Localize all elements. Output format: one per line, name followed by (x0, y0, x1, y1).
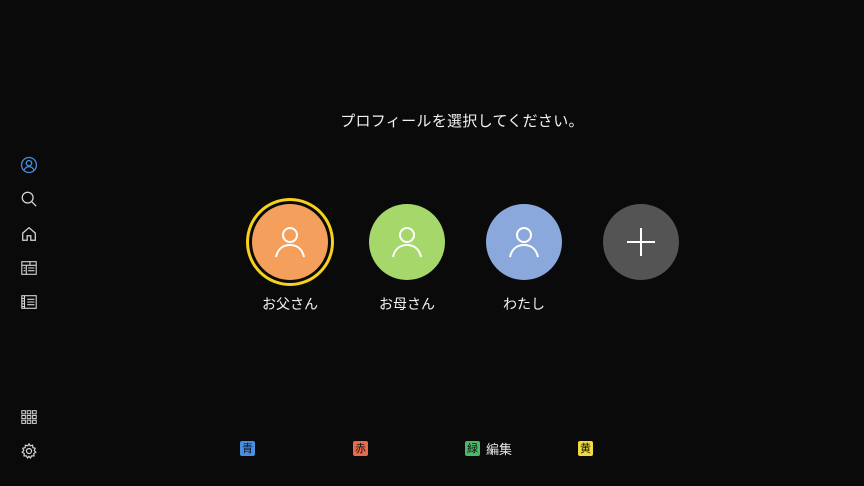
gear-icon[interactable] (19, 441, 39, 461)
profile-name: お母さん (379, 297, 435, 313)
yellow-key-chip: 黄 (578, 440, 593, 456)
user-icon (392, 227, 422, 258)
apps-grid-icon[interactable] (19, 407, 39, 427)
film-list-icon[interactable] (19, 292, 39, 312)
red-key[interactable]: 赤 (353, 440, 368, 456)
profile-card-father[interactable]: お父さん (230, 204, 350, 324)
avatar[interactable] (252, 204, 328, 280)
plus-icon (627, 228, 655, 256)
tv-guide-icon[interactable] (19, 258, 39, 278)
profile-card-me[interactable]: わたし (464, 204, 584, 324)
blue-key-chip: 青 (240, 440, 255, 456)
blue-key[interactable]: 青 (240, 440, 255, 456)
yellow-key[interactable]: 黄 (578, 440, 593, 456)
user-circle-icon[interactable] (19, 155, 39, 175)
green-key-edit[interactable]: 緑 編集 (465, 440, 513, 458)
profile-card-mother[interactable]: お母さん (347, 204, 467, 324)
home-icon[interactable] (19, 224, 39, 244)
add-profile-button[interactable] (603, 204, 679, 280)
profile-name: わたし (503, 297, 545, 313)
avatar[interactable] (369, 204, 445, 280)
avatar[interactable] (486, 204, 562, 280)
search-icon[interactable] (19, 189, 39, 209)
profile-select-screen: プロフィールを選択してください。 お父さん お母さん わたし 青 赤 緑 編集 … (0, 0, 864, 486)
user-icon (509, 227, 539, 258)
red-key-chip: 赤 (353, 440, 368, 456)
user-icon (275, 227, 305, 258)
add-profile-card[interactable] (581, 204, 701, 324)
page-title: プロフィールを選択してください。 (340, 112, 584, 130)
edit-label: 編集 (486, 442, 513, 458)
green-key-chip: 緑 (465, 440, 480, 456)
profile-name: お父さん (262, 297, 318, 313)
